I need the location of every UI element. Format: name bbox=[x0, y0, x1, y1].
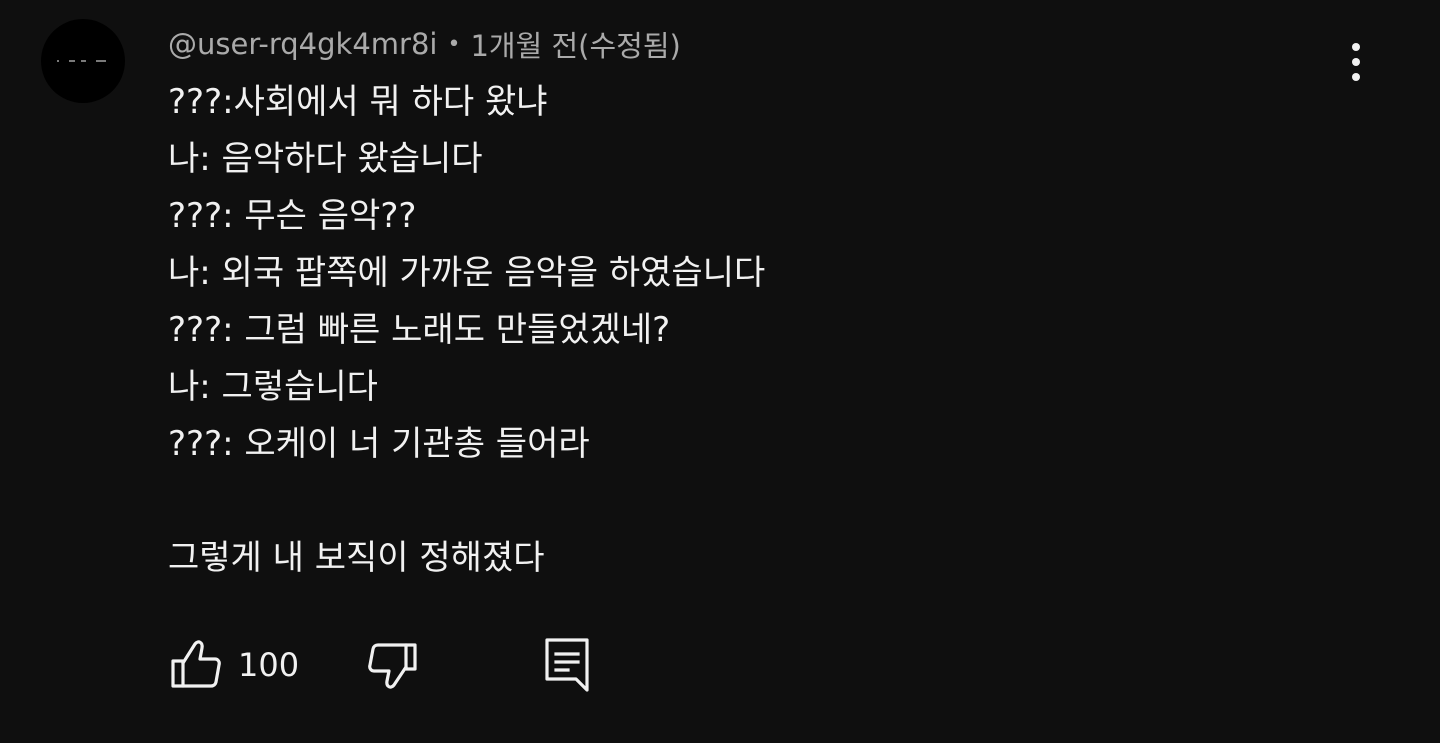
comment-line: ???: 그럼 빠른 노래도 만들었겠네? bbox=[168, 310, 671, 350]
author-name[interactable]: @user-rq4gk4mr8i bbox=[168, 27, 437, 61]
comment-line: ???: 무슨 음악?? bbox=[168, 196, 417, 236]
comment-line: ???:사회에서 뭐 하다 왔냐 bbox=[168, 82, 548, 122]
meta-separator: • bbox=[447, 31, 461, 57]
comment-blank-line bbox=[168, 473, 1268, 530]
avatar-detail bbox=[69, 60, 75, 62]
comment-line: 나: 외국 팝쪽에 가까운 음악을 하였습니다 bbox=[168, 253, 766, 293]
avatar[interactable] bbox=[41, 19, 125, 103]
comment-line: ???: 오케이 너 기관총 들어라 bbox=[168, 424, 590, 464]
reply-comment-icon bbox=[545, 638, 589, 692]
like-button[interactable] bbox=[168, 636, 224, 694]
avatar-detail bbox=[81, 60, 86, 62]
avatar-detail bbox=[96, 60, 106, 62]
comment-line: 나: 그렇습니다 bbox=[168, 367, 378, 407]
comment-timestamp: 1개월 전(수정됨) bbox=[470, 29, 681, 63]
more-options-button[interactable] bbox=[1330, 36, 1382, 88]
dislike-button[interactable] bbox=[366, 636, 420, 694]
comment-thread-item: @user-rq4gk4mr8i • 1개월 전(수정됨) ???:사회에서 뭐… bbox=[0, 0, 1440, 743]
more-vertical-icon bbox=[1352, 40, 1360, 85]
like-count: 100 bbox=[238, 646, 300, 684]
avatar-detail bbox=[57, 60, 59, 62]
comment-header: @user-rq4gk4mr8i • 1개월 전(수정됨) bbox=[168, 22, 681, 66]
thumbs-up-icon bbox=[171, 640, 221, 688]
thumbs-down-icon bbox=[368, 643, 417, 689]
comment-body: ???:사회에서 뭐 하다 왔냐 나: 음악하다 왔습니다 ???: 무슨 음악… bbox=[168, 74, 1268, 587]
comment-line: 나: 음악하다 왔습니다 bbox=[168, 139, 483, 179]
comment-line: 그렇게 내 보직이 정해졌다 bbox=[168, 538, 545, 578]
reply-button[interactable] bbox=[542, 636, 592, 694]
